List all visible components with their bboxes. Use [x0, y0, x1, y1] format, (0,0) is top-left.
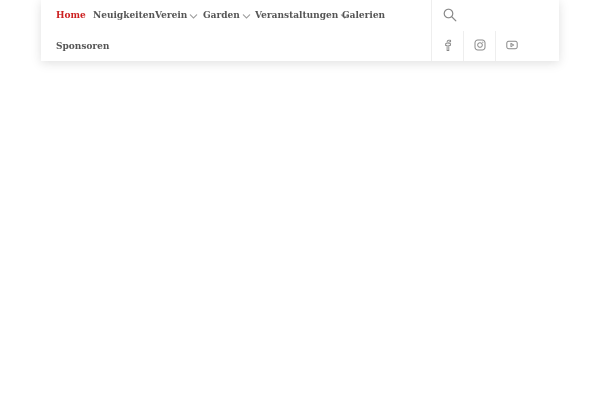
search-button[interactable]	[431, 0, 560, 31]
facebook-link[interactable]	[431, 31, 464, 61]
chevron-down-icon	[242, 12, 251, 20]
header-actions	[431, 0, 559, 61]
nav-item-home[interactable]: Home	[56, 10, 86, 22]
youtube-link[interactable]	[495, 31, 528, 61]
nav-item-sponsoren[interactable]: Sponsoren	[56, 41, 109, 53]
main-menu: Home Neuigkeiten Verein Garden Veranstal…	[41, 0, 431, 61]
main-navigation-bar: Home Neuigkeiten Verein Garden Veranstal…	[41, 0, 559, 61]
nav-item-veranstaltungen-label: Veranstaltungen	[255, 11, 339, 21]
nav-item-galerien[interactable]: Galerien	[342, 10, 385, 22]
facebook-icon	[445, 39, 452, 51]
nav-item-neuigkeiten[interactable]: Neuigkeiten	[93, 10, 155, 22]
social-links	[431, 31, 559, 61]
youtube-icon	[506, 40, 518, 50]
instagram-icon	[474, 39, 486, 51]
nav-item-verein-label: Verein	[155, 11, 188, 21]
nav-item-veranstaltungen[interactable]: Veranstaltungen	[255, 10, 349, 22]
search-icon	[443, 8, 457, 22]
nav-item-garden-label: Garden	[203, 11, 240, 21]
nav-item-garden[interactable]: Garden	[203, 10, 251, 22]
chevron-down-icon	[189, 12, 198, 20]
instagram-link[interactable]	[463, 31, 496, 61]
nav-item-verein[interactable]: Verein	[155, 10, 198, 22]
